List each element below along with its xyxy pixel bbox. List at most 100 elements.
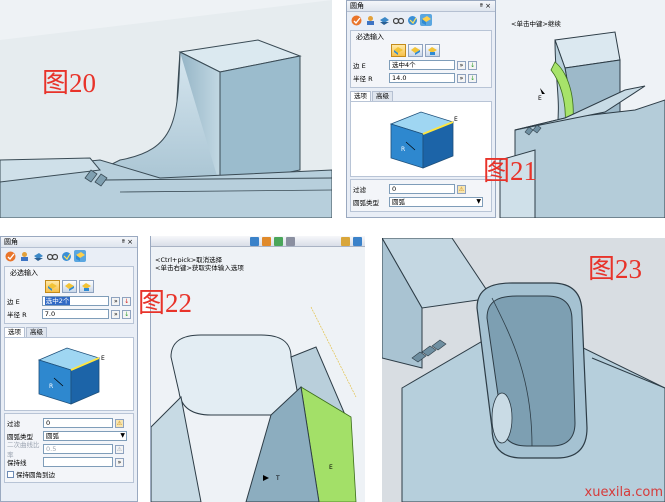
view-filter-icon[interactable]: [286, 236, 295, 246]
filter-field[interactable]: 0: [43, 418, 113, 428]
site-watermark: xuexila.com: [584, 485, 663, 500]
dialog-title-bar[interactable]: 圆角 ª ×: [1, 237, 137, 248]
arc-type-value: 圆弧: [392, 198, 405, 206]
fillet-feature-icon[interactable]: [74, 250, 86, 262]
checkbox-box[interactable]: [7, 470, 14, 478]
arc-type-value: 圆弧: [46, 432, 59, 440]
ok-icon[interactable]: [4, 250, 16, 262]
keep-line-field[interactable]: [43, 457, 113, 467]
constant-fillet-icon[interactable]: [45, 280, 60, 293]
figure-21-viewport-e: E: [538, 95, 542, 102]
figure-21-label: 图21: [483, 156, 537, 186]
radius-confirm-icon[interactable]: ↓: [468, 73, 477, 83]
dialog-toolbar: [1, 248, 137, 264]
options-group: 过滤 0 ⚠ 圆弧类型 圆弧 ▼: [350, 179, 492, 212]
view-display-icon[interactable]: [353, 236, 362, 246]
constant-fillet-icon[interactable]: [391, 44, 406, 57]
glasses-icon[interactable]: [46, 250, 58, 262]
filter-lock-icon[interactable]: ⚠: [457, 184, 466, 194]
variable-fillet-icon[interactable]: [62, 280, 77, 293]
fillet-preview-image: E R: [350, 101, 492, 177]
view-render-icon[interactable]: [341, 236, 350, 246]
filter-row: 过滤 0 ⚠: [353, 183, 489, 195]
keep-line-options-icon[interactable]: »: [115, 457, 124, 467]
edge-options-icon[interactable]: »: [457, 60, 466, 70]
figure-20-model: [0, 0, 332, 218]
edge-field[interactable]: 选中4个: [389, 60, 455, 70]
required-input-title: 必选输入: [356, 33, 384, 41]
layer-icon[interactable]: [32, 250, 44, 262]
radius-row: 半径 R 7.0 » ↓: [7, 308, 132, 320]
conic-ratio-row: 二次曲线比率 0.5 ⚠: [7, 441, 131, 459]
fillet-type-buttons: [45, 280, 131, 293]
tab-options[interactable]: 选项: [4, 327, 25, 337]
fillet-feature-icon[interactable]: [420, 14, 432, 26]
viewport-t-label: T: [275, 475, 280, 482]
required-input-group: 必选输入 边 E 选中2个 » ↓ 半径 R 7.0 » ↓: [4, 266, 134, 324]
filter-label: 过滤: [7, 420, 20, 428]
tab-advanced[interactable]: 高级: [372, 91, 393, 101]
conic-ratio-field: 0.5: [43, 444, 113, 454]
tab-advanced[interactable]: 高级: [26, 327, 47, 337]
radius-spinner-icon[interactable]: »: [111, 309, 121, 319]
figure-20-viewport: 图20: [0, 0, 332, 218]
preview-r-label: R: [401, 146, 405, 153]
preview-icon[interactable]: [60, 250, 72, 262]
pin-close-icon[interactable]: ª ×: [122, 237, 133, 248]
filter-row: 过滤 0 ⚠: [7, 417, 131, 429]
edge-field[interactable]: 选中2个: [41, 296, 110, 306]
conic-ratio-label: 二次曲线比率: [7, 441, 40, 459]
ok-icon[interactable]: [350, 14, 362, 26]
view-toolbar: [151, 236, 365, 247]
radius-confirm-icon[interactable]: ↓: [122, 309, 132, 319]
keep-line-label: 保持线: [7, 459, 27, 467]
radius-spinner-icon[interactable]: »: [457, 73, 466, 83]
figure-22-label: 图22: [138, 288, 192, 318]
preview-cube-icon: E R: [389, 111, 458, 169]
layer-icon[interactable]: [378, 14, 390, 26]
edge-confirm-icon[interactable]: ↓: [468, 60, 477, 70]
variable-fillet-icon[interactable]: [408, 44, 423, 57]
edge-options-icon[interactable]: »: [111, 296, 121, 306]
dialog-tabs: 选项 高级: [4, 327, 134, 337]
view-shade-icon[interactable]: [274, 236, 283, 246]
dialog-title-bar[interactable]: 圆角 ª ×: [347, 1, 495, 12]
conic-ratio-lock-icon: ⚠: [115, 444, 124, 454]
filter-field[interactable]: 0: [389, 184, 455, 194]
figure-22-model: E T: [151, 247, 365, 502]
viewport-hint-right-click: <单击右键>获取实体输入选项: [155, 264, 244, 272]
apply-icon[interactable]: [18, 250, 30, 262]
required-input-group: 必选输入 边 E 选中4个 » ↓ 半径 R 14.0 » ↓: [350, 30, 492, 88]
dialog-title: 圆角: [350, 2, 364, 10]
filter-label: 过滤: [353, 186, 366, 194]
view-zoom-icon[interactable]: [262, 236, 271, 246]
preview-cube-icon: E R: [37, 347, 105, 405]
tab-options[interactable]: 选项: [350, 91, 371, 101]
radius-label: 半径 R: [7, 311, 27, 319]
options-group: 过滤 0 ⚠ 圆弧类型 圆弧 ▼ 二次曲线比率 0.5 ⚠ 保持线 » 保持圆角到…: [4, 413, 134, 483]
keep-fillet-label: 保持圆角到边: [16, 471, 55, 479]
face-fillet-icon[interactable]: [425, 44, 440, 57]
preview-icon[interactable]: [406, 14, 418, 26]
glasses-icon[interactable]: [392, 14, 404, 26]
edge-label: 边 E: [7, 298, 20, 306]
preview-e-label: E: [454, 116, 458, 123]
dropdown-arrow-icon: ▼: [120, 432, 125, 439]
radius-field[interactable]: 14.0: [389, 73, 455, 83]
dropdown-arrow-icon: ▼: [476, 198, 481, 205]
fillet-preview-image: E R: [4, 337, 134, 411]
pin-close-icon[interactable]: ª ×: [480, 1, 491, 12]
edge-required-icon[interactable]: ↓: [122, 296, 132, 306]
keep-fillet-checkbox[interactable]: 保持圆角到边: [7, 469, 131, 479]
view-orient-icon[interactable]: [250, 236, 259, 246]
radius-field[interactable]: 7.0: [41, 309, 110, 319]
face-fillet-icon[interactable]: [79, 280, 94, 293]
filter-lock-icon[interactable]: ⚠: [115, 418, 124, 428]
arc-type-select[interactable]: 圆弧 ▼: [43, 431, 127, 441]
radius-label: 半径 R: [353, 75, 373, 83]
apply-icon[interactable]: [364, 14, 376, 26]
figure-21-fillet-dialog[interactable]: 圆角 ª × 必选输入 边 E 选中4个 » ↓ 半径 R 14.0 » ↓ 选…: [346, 0, 496, 218]
arc-type-select[interactable]: 圆弧 ▼: [389, 197, 483, 207]
figure-23-viewport: 图23 xuexila.com: [382, 238, 665, 502]
figure-22-fillet-dialog[interactable]: 圆角 ª × 必选输入 边 E 选中2个 » ↓ 半径 R 7.0 » ↓ 选项: [0, 236, 138, 502]
